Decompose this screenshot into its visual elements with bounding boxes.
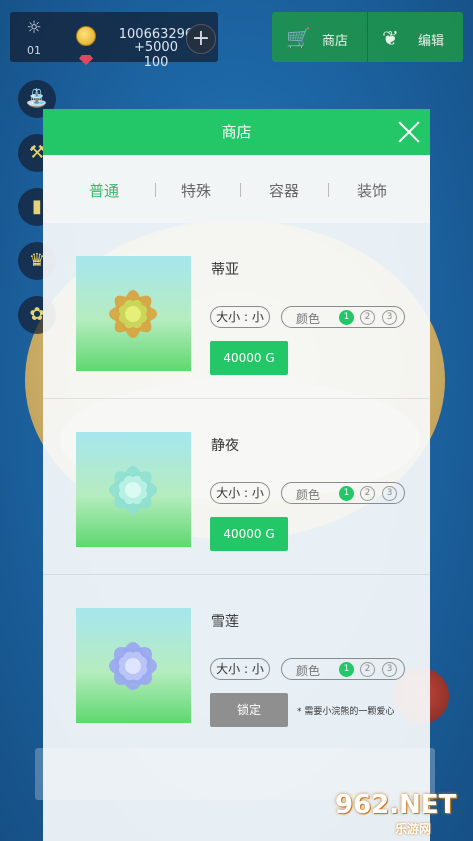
shop-item: 蒂亚 大小 : 小 颜色 1 2 3 40000 G (43, 223, 430, 399)
color-selector: 颜色 1 2 3 (281, 306, 405, 328)
shop-item: 雪莲 大小 : 小 颜色 1 2 3 锁定 * 需要小浣熊的一颗爱心 (43, 575, 430, 751)
flower-core (125, 658, 141, 674)
edit-button[interactable]: ❦ 编辑 (368, 12, 463, 62)
watermark-brand: 962.NET (335, 790, 457, 820)
flower-core (125, 482, 141, 498)
tab-divider (240, 183, 241, 197)
color-option-1[interactable]: 1 (339, 486, 354, 501)
watermark-subtitle: 乐游网 (395, 822, 432, 836)
succulent-icon (109, 642, 157, 690)
plant-name: 静夜 (211, 438, 239, 454)
color-label: 颜色 (296, 312, 321, 326)
succulent-icon (109, 290, 157, 338)
modal-header: 商店 (43, 109, 430, 155)
shop-modal: 商店 普通 特殊 容器 装饰 蒂亚 大小: 小 颜色 1 2 3 40000 … (43, 109, 430, 841)
color-option-2[interactable]: 2 (360, 310, 375, 325)
shop-item: 静夜 大小 : 小 颜色 1 2 3 40000 G (43, 399, 430, 575)
site-watermark: 962.NET 乐游网 (335, 790, 469, 838)
tab-decorations[interactable]: 装饰 (337, 180, 407, 201)
sprout-icon: ❦ (382, 26, 399, 50)
tab-containers[interactable]: 容器 (249, 180, 319, 201)
color-option-3[interactable]: 3 (382, 310, 397, 325)
gem-count: 100 (143, 55, 169, 70)
shop-button-label: 商店 (322, 34, 349, 49)
plant-thumbnail[interactable] (76, 608, 191, 723)
buy-button[interactable]: 40000 G (210, 341, 288, 375)
close-icon[interactable] (397, 120, 421, 144)
buy-button[interactable]: 40000 G (210, 517, 288, 551)
plant-thumbnail[interactable] (76, 432, 191, 547)
level-value: 01 (27, 44, 41, 57)
coin-icon (76, 26, 96, 46)
succulent-icon (109, 466, 157, 514)
color-selector: 颜色 1 2 3 (281, 658, 405, 680)
size-selector[interactable]: 大小 : 小 (210, 306, 270, 328)
plant-name: 雪莲 (211, 614, 239, 630)
shop-button[interactable]: 🛒 商店 (272, 12, 367, 62)
edit-button-label: 编辑 (418, 34, 445, 49)
color-option-1[interactable]: 1 (339, 310, 354, 325)
color-option-1[interactable]: 1 (339, 662, 354, 677)
flower-core (125, 306, 141, 322)
color-option-3[interactable]: 3 (382, 662, 397, 677)
sun-icon: ☼ (26, 18, 42, 38)
color-option-3[interactable]: 3 (382, 486, 397, 501)
unlock-requirement: * 需要小浣熊的一颗爱心 (297, 707, 395, 717)
tab-normal[interactable]: 普通 (69, 180, 139, 201)
plant-thumbnail[interactable] (76, 256, 191, 371)
color-option-2[interactable]: 2 (360, 486, 375, 501)
tab-divider (155, 183, 156, 197)
modal-title: 商店 (221, 123, 252, 141)
color-option-2[interactable]: 2 (360, 662, 375, 677)
tab-special[interactable]: 特殊 (161, 180, 231, 201)
cart-icon: 🛒 (286, 26, 311, 50)
locked-button[interactable]: 锁定 (210, 693, 288, 727)
tab-divider (328, 183, 329, 197)
add-currency-button[interactable]: + (186, 24, 216, 54)
shop-tabs: 普通 特殊 容器 装饰 (43, 155, 430, 223)
color-label: 颜色 (296, 488, 321, 502)
color-label: 颜色 (296, 664, 321, 678)
plant-name: 蒂亚 (211, 262, 239, 278)
size-selector[interactable]: 大小 : 小 (210, 658, 270, 680)
color-selector: 颜色 1 2 3 (281, 482, 405, 504)
size-selector[interactable]: 大小 : 小 (210, 482, 270, 504)
